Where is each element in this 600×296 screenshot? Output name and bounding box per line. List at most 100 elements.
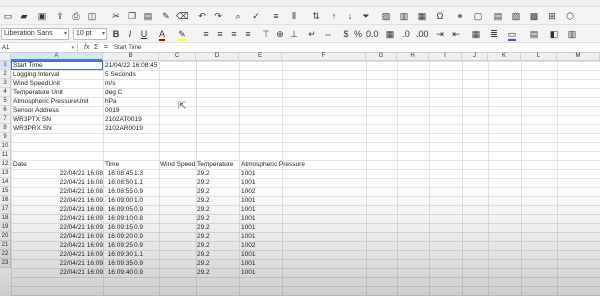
cell-wind-speed[interactable]: 1.1: [134, 178, 154, 187]
row-header[interactable]: 11: [0, 151, 11, 160]
cell-atmospheric-pressure[interactable]: 1001: [241, 214, 281, 223]
cell-time[interactable]: 16:08:55: [105, 187, 133, 196]
cell-wind-speed[interactable]: 0.9: [134, 268, 154, 277]
column-header-b[interactable]: B: [103, 53, 159, 61]
copy-icon[interactable]: ❐: [126, 10, 138, 22]
cell-temperature[interactable]: 29.2: [197, 169, 237, 178]
insert-chart-icon[interactable]: ▥: [398, 10, 410, 22]
cell-time[interactable]: 16:09:30: [105, 250, 133, 259]
cell-time[interactable]: 16:09:40: [105, 268, 133, 277]
decrease-indent-icon[interactable]: ⇤: [450, 28, 462, 40]
row-header[interactable]: 1: [0, 61, 11, 70]
hyperlink-icon[interactable]: ⚭: [454, 10, 466, 22]
sort-ascending-icon[interactable]: ↑: [328, 10, 340, 22]
cell-time[interactable]: 16:08:50: [105, 178, 133, 187]
cell-wind-speed[interactable]: 0.9: [134, 223, 154, 232]
cell-atmospheric-pressure[interactable]: 1001: [241, 178, 281, 187]
merge-cells-icon[interactable]: ⇔: [322, 28, 334, 40]
increase-indent-icon[interactable]: ⇥: [434, 28, 446, 40]
cell-date[interactable]: 22/04/21 16:08: [13, 178, 103, 187]
insert-image-icon[interactable]: ▨: [380, 10, 392, 22]
cell-temperature[interactable]: 29.2: [197, 196, 237, 205]
styles-icon[interactable]: ◧: [548, 28, 560, 40]
insert-column-icon[interactable]: ⦀: [288, 10, 300, 22]
clone-format-icon[interactable]: ✎: [160, 10, 172, 22]
row-header[interactable]: 7: [0, 115, 11, 124]
new-document-icon[interactable]: ▭: [2, 10, 14, 22]
cell-b4[interactable]: deg C: [105, 88, 122, 97]
column-header-m[interactable]: M: [557, 53, 600, 61]
cell-wind-speed[interactable]: 1.1: [134, 250, 154, 259]
delete-decimal-icon[interactable]: .00: [416, 28, 429, 40]
align-bottom-icon[interactable]: ⊥: [288, 28, 300, 40]
font-name-dropdown[interactable]: Liberation Sans ▾: [1, 28, 69, 40]
cell-date[interactable]: 22/04/21 16:09: [13, 223, 103, 232]
cell-date[interactable]: 22/04/21 16:09: [13, 232, 103, 241]
currency-format-icon[interactable]: $: [340, 28, 352, 40]
borders-icon[interactable]: ▦: [470, 28, 482, 40]
cell-temperature[interactable]: 29.2: [197, 232, 237, 241]
cell-atmospheric-pressure[interactable]: 1001: [241, 250, 281, 259]
redo-icon[interactable]: ↷: [212, 10, 224, 22]
cell-temperature[interactable]: 29.2: [197, 214, 237, 223]
row-header[interactable]: 13: [0, 169, 11, 178]
cell-temperature[interactable]: 29.2: [197, 250, 237, 259]
column-header-h[interactable]: H: [397, 53, 429, 61]
cell-a8[interactable]: WR3PRX SN: [13, 124, 52, 133]
column-header-l[interactable]: L: [521, 53, 557, 61]
row-header[interactable]: 8: [0, 124, 11, 133]
row-header[interactable]: 18: [0, 214, 11, 223]
paste-icon[interactable]: ▤: [142, 10, 154, 22]
date-format-icon[interactable]: ▦: [384, 28, 396, 40]
row-header[interactable]: 9: [0, 133, 11, 142]
row-header[interactable]: 17: [0, 205, 11, 214]
add-decimal-icon[interactable]: .0: [400, 28, 412, 40]
row-header[interactable]: 16: [0, 196, 11, 205]
cell-a3[interactable]: Wind SpeedUnit: [13, 79, 60, 88]
cell-atmospheric-pressure[interactable]: 1001: [241, 205, 281, 214]
print-icon[interactable]: ⎙: [70, 10, 82, 22]
cell-wind-speed[interactable]: 0.8: [134, 214, 154, 223]
column-header-d[interactable]: D: [196, 53, 239, 61]
row-header[interactable]: 3: [0, 79, 11, 88]
cell-temperature[interactable]: 29.2: [197, 241, 237, 250]
cell-wind-speed[interactable]: 0.9: [134, 205, 154, 214]
function-wizard-icon[interactable]: fx: [84, 43, 89, 53]
cell-b1[interactable]: 21/04/22 16:08:45: [105, 61, 157, 70]
highlight-color-icon[interactable]: ✎: [176, 28, 188, 41]
cell-atmospheric-pressure[interactable]: 1001: [241, 196, 281, 205]
column-header-a[interactable]: A: [11, 53, 103, 61]
cell-date[interactable]: 22/04/21 16:08: [13, 169, 103, 178]
row-header[interactable]: 22: [0, 250, 11, 259]
align-right-icon[interactable]: ≡: [228, 28, 240, 40]
cut-icon[interactable]: ✂: [110, 10, 122, 22]
sort-icon[interactable]: ⇅: [310, 10, 322, 22]
column-header-f[interactable]: F: [282, 53, 366, 61]
column-header-c[interactable]: C: [159, 53, 196, 61]
cell-wind-speed[interactable]: 0.9: [134, 241, 154, 250]
cell-temperature[interactable]: 29.2: [197, 268, 237, 277]
cell-date[interactable]: 22/04/21 16:09: [13, 250, 103, 259]
cell-wind-speed[interactable]: 1.3: [134, 169, 154, 178]
cell-atmospheric-pressure[interactable]: 1001: [241, 268, 281, 277]
cell-date[interactable]: 22/04/21 16:09: [13, 241, 103, 250]
percent-format-icon[interactable]: %: [352, 28, 364, 40]
wrap-text-icon[interactable]: ↵: [306, 28, 318, 40]
export-icon[interactable]: ⇪: [54, 10, 66, 22]
header-date[interactable]: Date: [13, 160, 27, 169]
sidebar-toggle-icon[interactable]: ▥: [566, 28, 578, 40]
cell-time[interactable]: 16:09:00: [105, 196, 133, 205]
row-header[interactable]: 10: [0, 142, 11, 151]
number-format-icon[interactable]: 0.0: [366, 28, 379, 40]
clear-format-icon[interactable]: ⌫: [176, 10, 189, 22]
print-preview-icon[interactable]: ◫: [86, 10, 98, 22]
cell-temperature[interactable]: 29.2: [197, 187, 237, 196]
show-draw-functions-icon[interactable]: ⬡: [564, 10, 576, 22]
header-time[interactable]: Time: [105, 160, 119, 169]
cell-time[interactable]: 16:09:35: [105, 259, 133, 268]
name-box[interactable]: A1 ▾: [0, 43, 78, 53]
font-color-icon[interactable]: A: [156, 28, 168, 41]
row-header[interactable]: 5: [0, 97, 11, 106]
row-header[interactable]: 15: [0, 187, 11, 196]
cell-time[interactable]: 16:08:45: [105, 169, 133, 178]
